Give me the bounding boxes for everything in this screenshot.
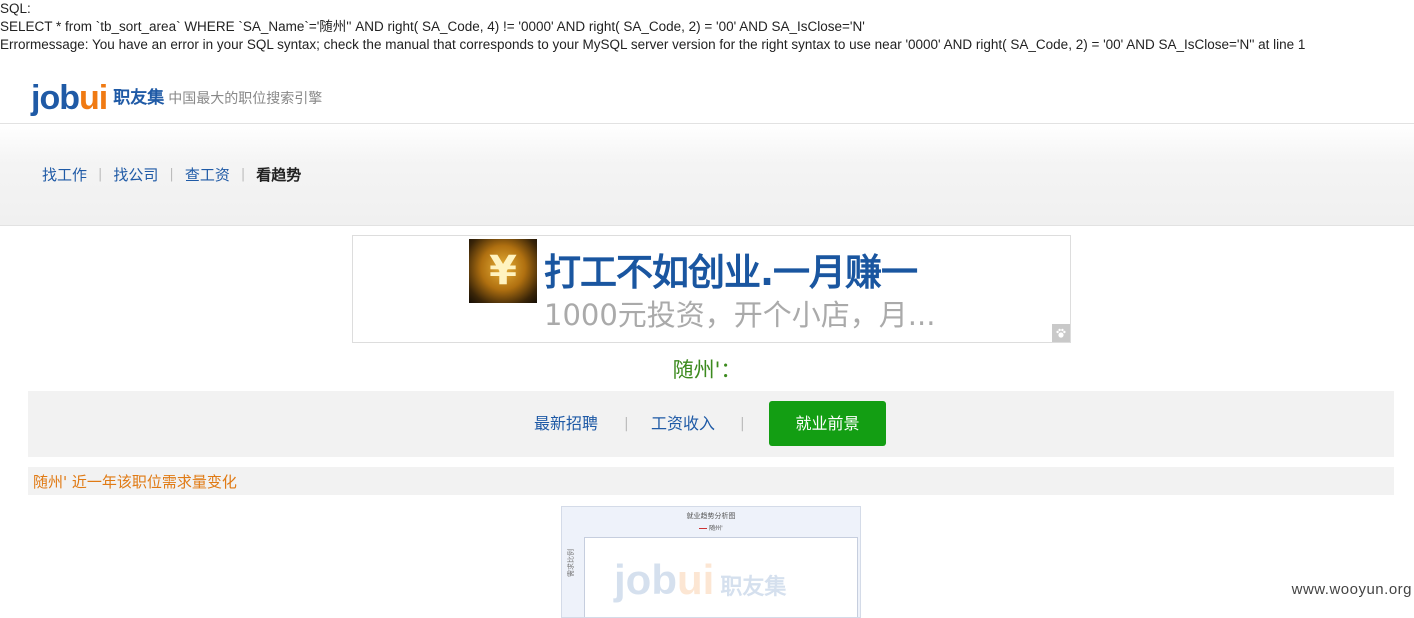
site-logo[interactable]: jobui 职友集 中国最大的职位搜索引擎 (31, 76, 322, 116)
section-title: 随州' 近一年该职位需求量变化 (33, 473, 237, 491)
main-nav-bar: 找工作 | 找公司 | 查工资 | 看趋势 (0, 123, 1414, 226)
sql-query: SELECT * from `tb_sort_area` WHERE `SA_N… (0, 19, 865, 34)
ad-subtitle[interactable]: 1000元投资，开个小店，月... (544, 292, 935, 334)
ad-banner[interactable]: ¥ 打工不如创业.一月赚一 1000元投资，开个小店，月... (352, 235, 1071, 343)
logo-slogan: 中国最大的职位搜索引擎 (168, 91, 323, 107)
nav-separator: | (169, 167, 174, 182)
nav-separator: | (240, 167, 246, 182)
section-header: 随州' 近一年该职位需求量变化 (28, 467, 1394, 495)
trend-chart: 就业趋势分析图 随州' 需求比例 jobui 职友集 (561, 506, 861, 618)
site-watermark: www.wooyun.org (1291, 581, 1412, 598)
nav-find-jobs[interactable]: 找工作 (42, 164, 87, 185)
tab-latest-jobs[interactable]: 最新招聘 (534, 391, 598, 457)
tab-salary-income[interactable]: 工资收入 (651, 391, 715, 457)
chart-title: 就业趋势分析图 (686, 512, 736, 520)
chart-legend: 随州' (562, 523, 860, 532)
legend-label: 随州' (709, 525, 723, 532)
logo-wordmark: jobui (31, 79, 108, 117)
content-tabs: 最新招聘 | 工资收入 | 就业前景 (28, 391, 1394, 457)
nav-view-trends[interactable]: 看趋势 (256, 164, 301, 185)
chart-y-axis-label: 需求比例 (567, 549, 575, 577)
tab-employment-outlook[interactable]: 就业前景 (769, 401, 886, 446)
main-nav: 找工作 | 找公司 | 查工资 | 看趋势 (42, 164, 301, 185)
ad-title[interactable]: 打工不如创业.一月赚一 (544, 242, 918, 296)
yuan-coin-icon: ¥ (469, 239, 537, 303)
nav-separator: | (98, 167, 103, 182)
nav-check-salary[interactable]: 查工资 (185, 164, 230, 185)
chart-watermark-logo: jobui 职友集 (614, 556, 787, 603)
paw-icon[interactable] (1052, 324, 1070, 342)
logo-chinese-name: 职友集 (113, 88, 165, 108)
sql-error-text: Errormessage: You have an error in your … (0, 37, 1306, 52)
sql-error-message: SQL: SELECT * from `tb_sort_area` WHERE … (0, 0, 1414, 54)
city-title: 随州'： (672, 358, 742, 382)
tab-separator: | (624, 416, 629, 432)
legend-line-swatch (699, 528, 708, 529)
sql-label: SQL: (0, 1, 31, 16)
tab-separator: | (740, 416, 745, 432)
nav-find-companies[interactable]: 找公司 (113, 164, 158, 185)
